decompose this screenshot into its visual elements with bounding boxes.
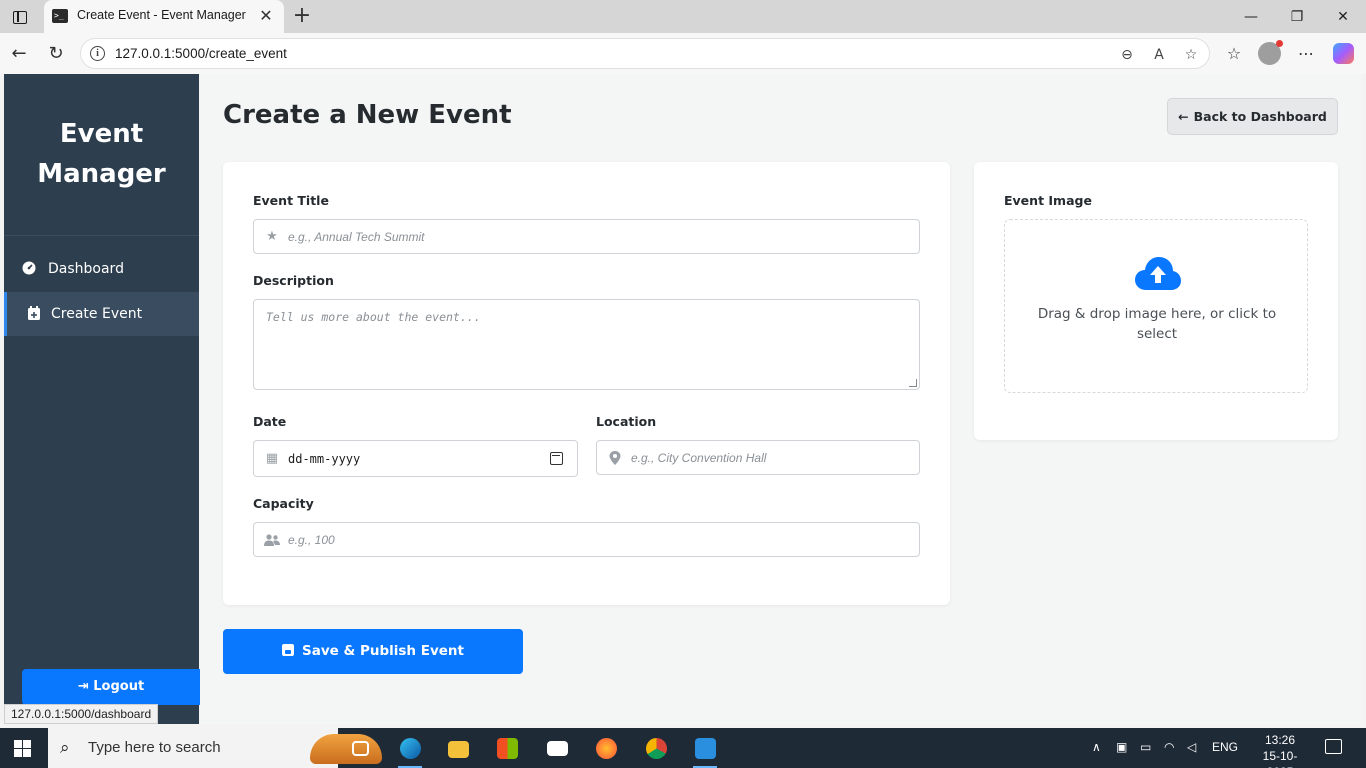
mail-icon[interactable] — [537, 732, 577, 768]
status-bar-url: 127.0.0.1:5000/dashboard — [4, 704, 159, 724]
event-title-label: Event Title — [253, 193, 329, 208]
sidebar-item-create-event[interactable]: Create Event — [4, 292, 199, 336]
tab-title: Create Event - Event Manager — [77, 8, 246, 22]
location-input[interactable] — [631, 441, 909, 474]
sidebar-divider — [4, 235, 199, 236]
new-tab-icon[interactable]: + — [290, 3, 314, 29]
read-aloud-icon[interactable]: A — [1149, 45, 1169, 65]
profile-avatar[interactable] — [1258, 40, 1283, 65]
chevron-up-icon[interactable]: ∧ — [1092, 740, 1101, 754]
brand-title: Event Manager — [4, 114, 199, 194]
chrome-icon[interactable] — [636, 732, 676, 768]
logout-label: Logout — [93, 679, 145, 694]
site-info-icon[interactable]: i — [90, 46, 105, 61]
sidebar-item-label: Create Event — [51, 306, 143, 322]
sidebar-item-label: Dashboard — [48, 261, 124, 277]
address-url[interactable]: 127.0.0.1:5000/create_event — [115, 46, 287, 61]
resize-grip-icon[interactable] — [909, 379, 917, 387]
battery-icon[interactable]: ▭ — [1140, 740, 1151, 754]
search-icon: ⌕ — [60, 738, 70, 758]
favorite-star-icon[interactable]: ☆ — [1181, 45, 1201, 65]
tab-actions-icon[interactable] — [8, 6, 30, 28]
date-label: Date — [253, 414, 287, 429]
clock-date: 15-10-2025 — [1262, 749, 1298, 768]
taskbar-clock[interactable]: 13:26 15-10-2025 — [1250, 732, 1310, 768]
browser-tab[interactable]: >_ Create Event - Event Manager ✕ — [44, 0, 284, 33]
description-textarea[interactable] — [266, 310, 907, 379]
restore-icon[interactable]: ❐ — [1274, 4, 1320, 30]
users-icon — [264, 534, 280, 546]
brand-line-1: Event — [59, 119, 144, 149]
reload-icon[interactable]: ↻ — [43, 41, 69, 67]
firefox-icon[interactable] — [586, 732, 626, 768]
date-field[interactable]: ▦ dd-mm-yyyy — [253, 440, 578, 477]
dropzone-text: Drag & drop image here, or click to sele… — [1037, 306, 1277, 342]
event-title-input[interactable] — [288, 220, 909, 253]
sidebar: Event Manager Dashboard Create Event ⇥ L… — [4, 74, 200, 724]
back-to-dashboard-button[interactable]: ← Back to Dashboard — [1167, 98, 1338, 135]
terminal-favicon-icon: >_ — [52, 9, 68, 23]
event-title-field[interactable]: ★ — [253, 219, 920, 254]
capacity-field[interactable] — [253, 522, 920, 557]
clock-time: 13:26 — [1264, 733, 1296, 747]
back-arrow-icon[interactable]: ← — [6, 41, 32, 67]
volume-icon[interactable]: ◁ — [1187, 740, 1196, 754]
brand-line-2: Manager — [37, 159, 166, 189]
location-label: Location — [596, 414, 657, 429]
taskbar-search[interactable]: ⌕ Type here to search — [48, 728, 382, 768]
wifi-icon[interactable]: ◠ — [1164, 740, 1174, 754]
calendar-plus-icon — [28, 306, 40, 320]
description-field[interactable] — [253, 299, 920, 390]
capacity-input[interactable] — [288, 523, 909, 556]
copilot-icon[interactable] — [1333, 43, 1354, 64]
floppy-disk-icon — [282, 644, 294, 656]
location-field[interactable] — [596, 440, 920, 475]
tab-close-icon[interactable]: ✕ — [256, 6, 276, 26]
sidebar-item-dashboard[interactable]: Dashboard — [4, 247, 199, 291]
notification-icon[interactable] — [1325, 739, 1342, 754]
capacity-label: Capacity — [253, 496, 314, 511]
zoom-icon[interactable]: ⊖ — [1117, 45, 1137, 65]
browser-toolbar: ← ↻ i 127.0.0.1:5000/create_event ⊖ A ☆ … — [0, 33, 1366, 74]
microsoft-store-icon[interactable] — [487, 732, 527, 768]
app-viewport: Event Manager Dashboard Create Event ⇥ L… — [4, 74, 1362, 724]
arrow-left-icon: ← — [1178, 109, 1189, 124]
logout-button[interactable]: ⇥ Logout — [22, 669, 200, 705]
more-menu-icon[interactable]: ⋯ — [1293, 41, 1319, 67]
meet-now-icon[interactable]: ▣ — [1116, 740, 1127, 754]
file-explorer-icon[interactable] — [438, 732, 478, 768]
vscode-icon[interactable] — [685, 732, 725, 768]
date-picker-icon[interactable] — [550, 452, 563, 465]
language-indicator[interactable]: ENG — [1212, 740, 1238, 754]
edge-browser-icon[interactable] — [390, 732, 430, 768]
browser-tabstrip: >_ Create Event - Event Manager ✕ + — ❐ … — [0, 0, 1366, 33]
map-marker-icon — [609, 451, 621, 465]
save-publish-button[interactable]: Save & Publish Event — [223, 629, 523, 674]
task-view-icon[interactable] — [340, 732, 380, 768]
event-image-label: Event Image — [1004, 193, 1092, 208]
sign-out-icon: ⇥ — [77, 679, 94, 694]
address-bar[interactable]: i 127.0.0.1:5000/create_event ⊖ A ☆ — [80, 38, 1210, 69]
page-title: Create a New Event — [223, 100, 512, 130]
minimize-icon[interactable]: — — [1228, 4, 1274, 30]
close-window-icon[interactable]: ✕ — [1320, 4, 1366, 30]
taskbar: ⌕ Type here to search ∧ ▣ ▭ ◠ ◁ ENG 13:2… — [0, 728, 1366, 768]
taskbar-search-placeholder: Type here to search — [88, 739, 221, 756]
cloud-upload-icon — [1135, 257, 1181, 290]
date-input-value[interactable]: dd-mm-yyyy — [288, 452, 360, 466]
description-label: Description — [253, 273, 334, 288]
image-dropzone[interactable]: Drag & drop image here, or click to sele… — [1004, 219, 1308, 393]
favorites-icon[interactable]: ☆ — [1221, 41, 1247, 67]
windows-start-icon[interactable] — [14, 740, 31, 757]
dashboard-gauge-icon — [22, 261, 36, 275]
calendar-icon: ▦ — [265, 451, 279, 466]
save-publish-label: Save & Publish Event — [302, 643, 464, 659]
back-button-label: Back to Dashboard — [1193, 109, 1327, 124]
star-icon: ★ — [266, 229, 278, 244]
